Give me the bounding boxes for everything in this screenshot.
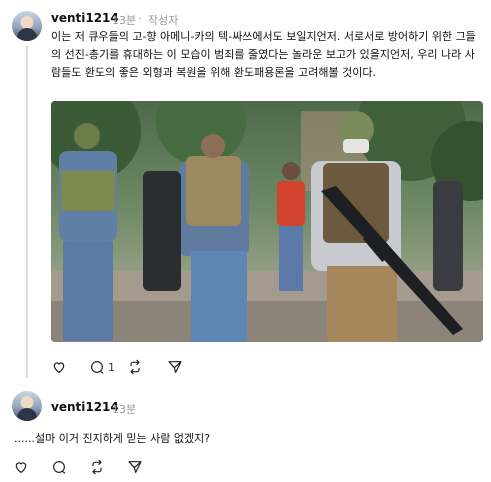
repost-icon xyxy=(92,459,102,475)
post-photo[interactable] xyxy=(51,101,483,342)
share-button[interactable] xyxy=(167,356,197,378)
heart-icon xyxy=(15,462,27,474)
send-icon xyxy=(168,361,182,373)
post-text: ......설마 이거 진지하게 믿는 사람 없겠지? xyxy=(14,432,211,445)
comment-icon xyxy=(53,461,66,474)
username[interactable]: venti1214 xyxy=(51,11,119,25)
repost-icon xyxy=(130,359,140,375)
avatar[interactable] xyxy=(12,11,42,41)
username[interactable]: venti1214 xyxy=(51,400,119,414)
repost-button[interactable] xyxy=(127,356,167,378)
timestamp: 13분 xyxy=(112,14,137,27)
author-badge: 작성자 xyxy=(148,14,179,27)
separator: · xyxy=(138,12,142,25)
post-text: 이는 저 큐우들의 고-향 아메니-카의 텍-싸쓰에서도 보일지언저. 서로서로… xyxy=(51,30,476,79)
post-actions: 1 xyxy=(51,356,197,378)
timestamp: 13분 xyxy=(112,403,137,416)
comment-icon xyxy=(91,361,104,374)
share-button[interactable] xyxy=(127,456,157,478)
repost-button[interactable] xyxy=(89,456,127,478)
reply-button[interactable] xyxy=(51,456,89,478)
post-actions xyxy=(13,456,157,478)
like-button[interactable] xyxy=(51,356,89,378)
send-icon xyxy=(128,461,142,473)
reply-count: 1 xyxy=(108,360,115,374)
reply-button[interactable]: 1 xyxy=(89,356,127,378)
heart-icon xyxy=(53,362,65,374)
like-button[interactable] xyxy=(13,456,51,478)
avatar[interactable] xyxy=(12,391,42,421)
thread-line xyxy=(26,46,28,378)
